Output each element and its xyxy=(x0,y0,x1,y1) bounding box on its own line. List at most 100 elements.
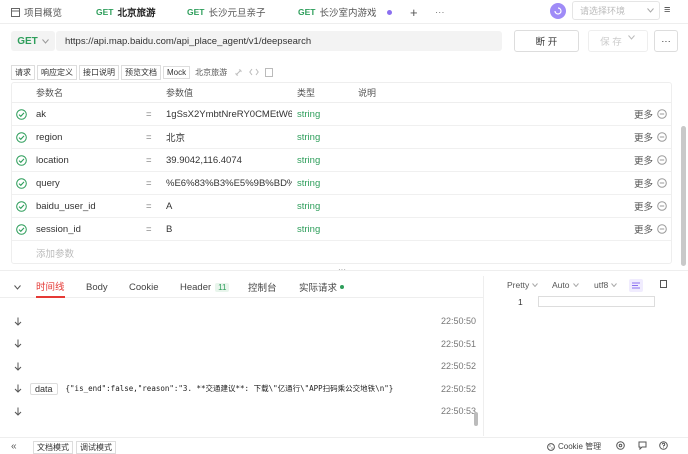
tab-changsha-indoor[interactable]: GET 长沙室内游戏 xyxy=(298,0,377,24)
copy-response-icon[interactable] xyxy=(660,280,668,289)
enabled-check-icon[interactable] xyxy=(16,195,27,217)
settings-icon[interactable] xyxy=(616,441,625,450)
remove-param-icon[interactable] xyxy=(657,149,667,171)
subtab-name[interactable]: 北京旅游 xyxy=(192,66,230,79)
param-value[interactable]: B xyxy=(166,218,292,240)
tab-timeline[interactable]: 时间线 xyxy=(36,276,65,298)
subtab-response-definition[interactable]: 响应定义 xyxy=(37,64,77,80)
param-more-button[interactable]: 更多 xyxy=(634,126,653,148)
feedback-icon[interactable] xyxy=(638,441,647,450)
event-time: 22:50:52 xyxy=(440,361,476,371)
param-row[interactable]: location = 39.9042,116.4074 string 更多 xyxy=(12,149,671,172)
param-more-button[interactable]: 更多 xyxy=(634,195,653,217)
timeline-event[interactable]: 22:50:50 xyxy=(14,312,476,330)
enabled-check-icon[interactable] xyxy=(16,126,27,148)
collapse-chevron-icon[interactable] xyxy=(14,276,21,298)
copy-icon[interactable] xyxy=(265,67,274,77)
param-name[interactable]: location xyxy=(36,149,69,171)
cookie-manager-button[interactable]: Cookie 管理 xyxy=(547,441,601,452)
tab-console[interactable]: 控制台 xyxy=(248,276,277,298)
param-name[interactable]: baidu_user_id xyxy=(36,195,96,217)
timeline-scrollbar[interactable] xyxy=(474,412,478,426)
enabled-check-icon[interactable] xyxy=(16,172,27,194)
enabled-check-icon[interactable] xyxy=(16,218,27,240)
param-row[interactable]: session_id = Bstring 更多 xyxy=(12,218,671,241)
doc-mode-button[interactable]: 文档模式 xyxy=(33,441,73,454)
encoding-select[interactable]: utf8 xyxy=(594,280,618,290)
tab-beijing[interactable]: GET 北京旅游 xyxy=(96,0,156,24)
remove-param-icon[interactable] xyxy=(657,126,667,148)
param-more-button[interactable]: 更多 xyxy=(634,218,653,240)
tab-actual-request[interactable]: 实际请求 xyxy=(299,276,345,298)
save-options-chevron-icon[interactable] xyxy=(628,35,635,40)
param-type[interactable]: string xyxy=(297,126,320,148)
subtab-mock[interactable]: Mock xyxy=(163,65,191,79)
link-icon[interactable] xyxy=(234,68,243,77)
timeline-event[interactable]: 22:50:51 xyxy=(14,335,476,353)
param-type[interactable]: string xyxy=(297,195,320,217)
code-icon[interactable] xyxy=(249,68,259,76)
enabled-check-icon[interactable] xyxy=(16,103,27,125)
timeline-event[interactable]: 22:50:52 xyxy=(14,357,476,375)
param-value[interactable]: 1gSsX2YmbtNreRY0CMEtW6 xyxy=(166,103,292,125)
timeline-event[interactable]: data {"is_end":false,"reason":"3. **交通建议*… xyxy=(14,380,476,398)
main-menu-button[interactable]: ≡ xyxy=(664,4,676,16)
tab-cookie[interactable]: Cookie xyxy=(129,276,159,298)
subtab-preview-doc[interactable]: 预览文档 xyxy=(121,64,161,80)
param-row[interactable]: ak = 1gSsX2YmbtNreRY0CMEtW6 string 更多 xyxy=(12,103,671,126)
param-type[interactable]: string xyxy=(297,172,320,194)
enabled-check-icon[interactable] xyxy=(16,149,27,171)
tab-header[interactable]: Header 11 xyxy=(180,276,230,298)
wrap-lines-icon[interactable] xyxy=(629,279,643,292)
save-button[interactable]: 保 存 xyxy=(588,30,648,52)
param-name[interactable]: session_id xyxy=(36,218,81,240)
subtab-api-description[interactable]: 接口说明 xyxy=(79,64,119,80)
param-value[interactable]: 北京 xyxy=(166,126,292,148)
params-scrollbar[interactable] xyxy=(681,126,686,266)
param-row[interactable]: baidu_user_id = Astring 更多 xyxy=(12,195,671,218)
param-value[interactable]: %E6%83%B3%E5%9B%BD%E5 xyxy=(166,172,292,194)
add-tab-button[interactable]: + xyxy=(410,0,418,24)
help-icon[interactable] xyxy=(659,441,668,450)
param-value[interactable]: A xyxy=(166,195,292,217)
environment-select[interactable]: 请选择环境 xyxy=(572,1,660,20)
url-input[interactable]: https://api.map.baidu.com/api_place_agen… xyxy=(56,31,502,51)
param-type[interactable]: string xyxy=(297,149,320,171)
collapse-sidebar-icon[interactable]: « xyxy=(11,441,17,452)
mode-select[interactable]: Auto xyxy=(552,280,579,290)
disconnect-button[interactable]: 断 开 xyxy=(514,30,579,52)
param-row[interactable]: region = 北京 string 更多 xyxy=(12,126,671,149)
tab-method: GET xyxy=(96,7,114,17)
remove-param-icon[interactable] xyxy=(657,103,667,125)
param-type[interactable]: string xyxy=(297,218,320,240)
splitter-handle[interactable]: ··· xyxy=(338,265,346,274)
tab-changsha-newyear[interactable]: GET 长沙元旦亲子 xyxy=(187,0,266,24)
timeline-event[interactable]: 22:50:53 xyxy=(14,402,476,420)
tab-body[interactable]: Body xyxy=(86,276,108,298)
param-more-button[interactable]: 更多 xyxy=(634,149,653,171)
param-name[interactable]: query xyxy=(36,172,60,194)
param-more-button[interactable]: 更多 xyxy=(634,172,653,194)
remove-param-icon[interactable] xyxy=(657,195,667,217)
params-table: 参数名 参数值 类型 说明 ak = 1gSsX2YmbtNreRY0CMEtW6 s… xyxy=(11,82,672,264)
param-more-button[interactable]: 更多 xyxy=(634,103,653,125)
environment-icon[interactable] xyxy=(550,3,566,19)
method-select[interactable]: GET xyxy=(11,31,55,51)
tab-project-overview[interactable]: 项目概览 xyxy=(11,0,62,24)
params-table-header: 参数名 参数值 类型 说明 xyxy=(12,83,671,103)
param-row[interactable]: query = %E6%83%B3%E5%9B%BD%E5string 更多 xyxy=(12,172,671,195)
tabs-more-button[interactable]: ··· xyxy=(435,0,445,24)
subtab-request[interactable]: 请求 xyxy=(11,64,35,80)
param-type[interactable]: string xyxy=(297,103,320,125)
editor-line[interactable] xyxy=(538,296,655,307)
tab-header-label: Header xyxy=(180,281,212,293)
request-more-button[interactable]: ··· xyxy=(654,30,678,52)
param-name[interactable]: ak xyxy=(36,103,46,125)
remove-param-icon[interactable] xyxy=(657,172,667,194)
add-param-row[interactable]: 添加参数 xyxy=(12,241,671,263)
remove-param-icon[interactable] xyxy=(657,218,667,240)
debug-mode-button[interactable]: 调试模式 xyxy=(76,441,116,454)
format-select[interactable]: Pretty xyxy=(507,280,539,290)
param-value[interactable]: 39.9042,116.4074 xyxy=(166,149,292,171)
param-name[interactable]: region xyxy=(36,126,62,148)
